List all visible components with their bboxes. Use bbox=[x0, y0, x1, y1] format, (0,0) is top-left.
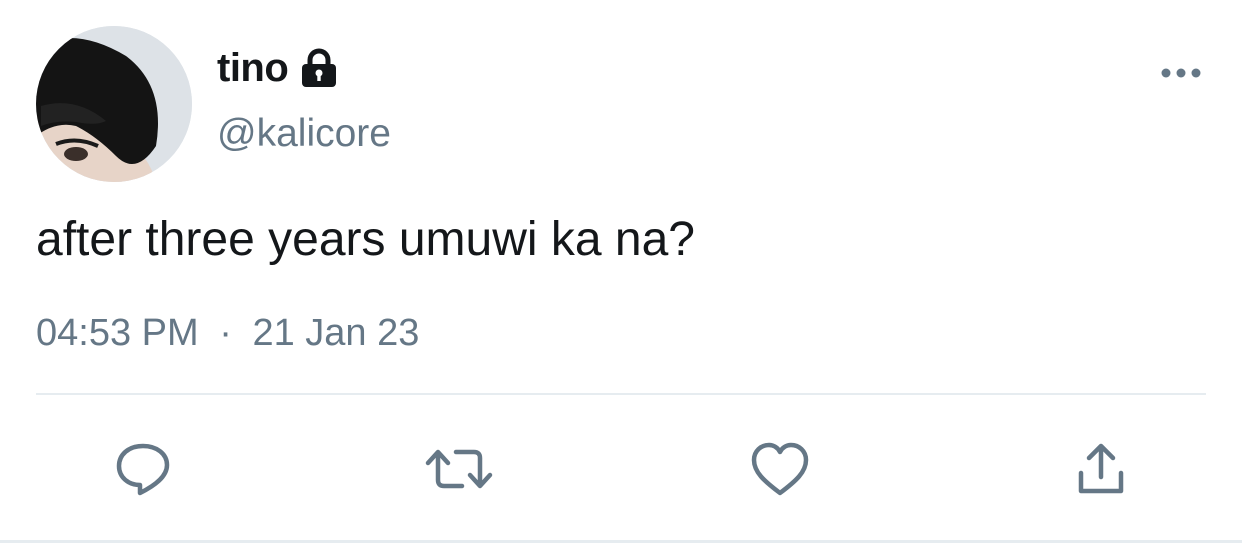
timestamp[interactable]: 04:53 PM · 21 Jan 23 bbox=[36, 308, 419, 358]
tweet-date: 21 Jan 23 bbox=[252, 312, 420, 354]
display-name-row: tino bbox=[217, 44, 340, 92]
more-icon bbox=[1160, 66, 1202, 84]
share-button[interactable] bbox=[1066, 436, 1136, 506]
action-bar bbox=[0, 430, 1242, 510]
divider bbox=[36, 393, 1206, 395]
reply-icon bbox=[114, 440, 172, 503]
avatar[interactable] bbox=[36, 26, 192, 182]
like-button[interactable] bbox=[745, 436, 815, 506]
tweet-text: after three years umuwi ka na? bbox=[36, 213, 695, 266]
lock-icon bbox=[298, 47, 340, 89]
more-options-button[interactable] bbox=[1156, 58, 1206, 92]
user-handle[interactable]: @kalicore bbox=[217, 110, 391, 158]
reply-button[interactable] bbox=[108, 436, 178, 506]
retweet-button[interactable] bbox=[424, 436, 494, 506]
bottom-divider bbox=[0, 540, 1242, 543]
share-icon bbox=[1073, 441, 1129, 502]
heart-icon bbox=[750, 441, 810, 502]
timestamp-separator: · bbox=[219, 312, 232, 354]
retweet-icon bbox=[424, 444, 494, 499]
tweet-card: tino @kalicore after three years umuwi k… bbox=[0, 0, 1242, 558]
display-name[interactable]: tino bbox=[217, 44, 289, 92]
tweet-time: 04:53 PM bbox=[36, 312, 199, 354]
